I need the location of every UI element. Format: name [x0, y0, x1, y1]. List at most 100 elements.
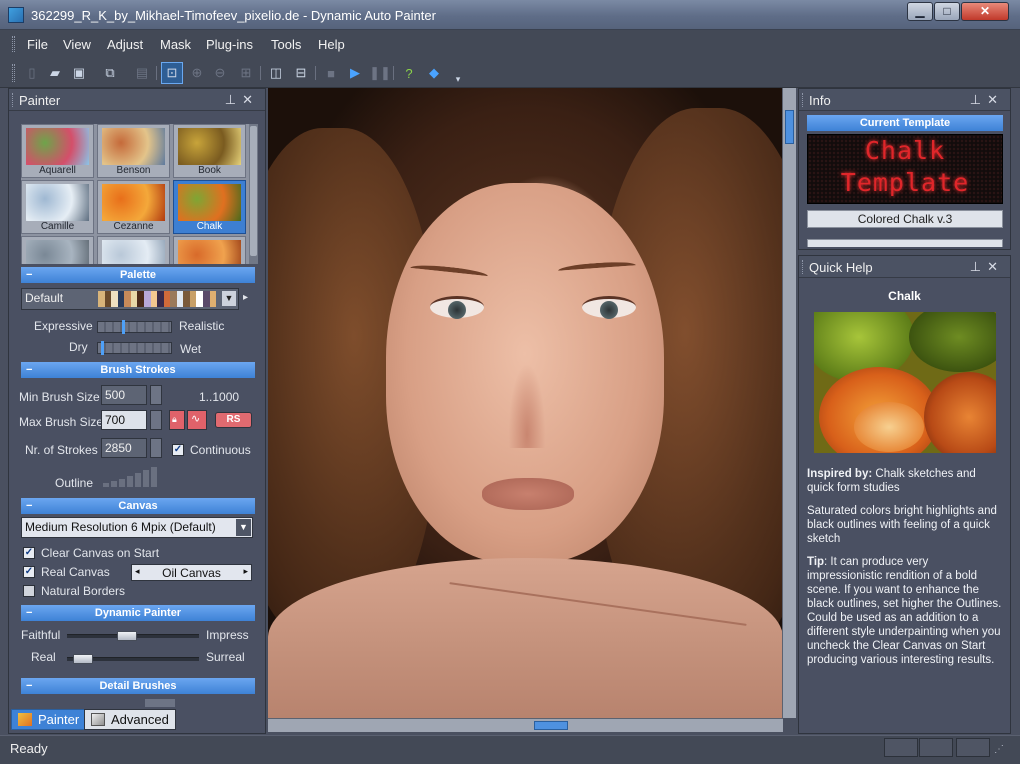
section-canvas[interactable]: − Canvas [21, 498, 255, 514]
continuous-checkbox[interactable]: ✓ [172, 444, 184, 456]
menu-file[interactable]: File [27, 37, 48, 52]
maximize-button[interactable]: □ [934, 2, 960, 21]
play-icon[interactable]: ▶ [345, 63, 365, 83]
template-thumbnail[interactable]: Cezanne [97, 180, 170, 234]
natural-borders-checkbox[interactable]: ✓ [23, 585, 35, 597]
max-brush-field[interactable]: 700 [101, 410, 147, 430]
panel-tabs: Painter Advanced [11, 709, 263, 731]
max-brush-stepper[interactable] [150, 410, 162, 430]
template-thumbnail[interactable]: Camille [21, 180, 94, 234]
zoom-in-icon[interactable]: ⊕ [187, 63, 207, 83]
template-label: Cezanne [113, 221, 154, 232]
dry-wet-slider[interactable] [97, 341, 172, 355]
outline-level-slider[interactable] [103, 465, 165, 487]
close-button[interactable]: ✕ [961, 2, 1009, 21]
menu-tools[interactable]: Tools [271, 37, 301, 52]
template-thumbnail[interactable]: Aquarell [21, 124, 94, 178]
panel-pin-close[interactable]: ⊥✕ [970, 92, 1004, 108]
clear-canvas-checkbox[interactable]: ✓ [23, 547, 35, 559]
faithful-impress-slider[interactable] [67, 631, 199, 641]
collapse-icon[interactable]: − [26, 362, 32, 378]
template-label: Camille [40, 221, 75, 232]
new-icon[interactable]: ▯ [22, 63, 42, 83]
template-thumbnail[interactable]: Benson [97, 124, 170, 178]
gallery-scrollbar[interactable] [249, 124, 258, 264]
description-text: Saturated colors bright highlights and b… [807, 505, 997, 545]
zoom-out-icon[interactable]: ⊖ [210, 63, 230, 83]
palette-swatches [98, 291, 217, 307]
collapse-icon[interactable]: − [26, 267, 32, 283]
palette-select[interactable]: Default ▼ [21, 288, 239, 310]
template-thumbnail[interactable] [97, 236, 170, 264]
zoom-actual-icon[interactable]: ⊞ [236, 63, 256, 83]
min-brush-field[interactable]: 500 [101, 385, 147, 405]
real-surreal-slider[interactable] [67, 654, 199, 664]
menu-mask[interactable]: Mask [160, 37, 191, 52]
panel-pin-close[interactable]: ⊥✕ [970, 259, 1004, 275]
prev-arrow-icon[interactable]: ◂ [135, 566, 140, 577]
canvas-resolution-select[interactable]: Medium Resolution 6 Mpix (Default) ▼ [21, 517, 253, 538]
canvas-vscroll-knob[interactable] [785, 110, 794, 144]
menu-plugins[interactable]: Plug-ins [206, 37, 253, 52]
template-thumbnail[interactable] [21, 236, 94, 264]
canvas-hscroll-knob[interactable] [534, 721, 568, 730]
real-canvas-checkbox[interactable]: ✓ [23, 566, 35, 578]
nr-strokes-label: Nr. of Strokes [25, 443, 98, 457]
curve-icon[interactable]: ∿ [187, 410, 207, 430]
print-icon[interactable]: ▤ [132, 63, 152, 83]
real-slider-thumb[interactable] [73, 654, 93, 664]
lock-icon[interactable]: 🔒︎ [169, 410, 185, 430]
faithful-slider-thumb[interactable] [117, 631, 137, 641]
real-canvas-label: Real Canvas [41, 565, 110, 579]
menu-help[interactable]: Help [318, 37, 345, 52]
tab-advanced[interactable]: Advanced [84, 709, 176, 730]
canvas-vertical-scrollbar[interactable] [782, 88, 796, 718]
toolbar-overflow-icon[interactable]: ▾ [448, 69, 468, 89]
template-thumbnail[interactable]: Chalk [173, 180, 246, 234]
panel-scrollbar[interactable] [145, 699, 175, 707]
tab-painter[interactable]: Painter [11, 709, 87, 730]
palette-next-icon[interactable]: ▸ [243, 292, 248, 303]
min-brush-stepper[interactable] [150, 385, 162, 405]
menu-adjust[interactable]: Adjust [107, 37, 143, 52]
minimize-button[interactable]: ▁ [907, 2, 933, 21]
nr-strokes-stepper[interactable] [150, 438, 162, 458]
collapse-icon[interactable]: − [26, 678, 32, 694]
chevron-down-icon[interactable]: ▼ [222, 291, 236, 306]
template-thumbnail[interactable]: Book [173, 124, 246, 178]
template-thumbnail[interactable] [173, 236, 246, 264]
faithful-label: Faithful [21, 628, 61, 642]
pause-icon[interactable]: ❚❚ [369, 63, 391, 83]
section-brush-strokes[interactable]: − Brush Strokes [21, 362, 255, 378]
nr-strokes-field[interactable]: 2850 [101, 438, 147, 458]
collapse-icon[interactable]: − [26, 498, 32, 514]
canvas-horizontal-scrollbar[interactable] [268, 718, 783, 732]
canvas-type-picker[interactable]: ◂ Oil Canvas ▸ [131, 564, 252, 581]
help-icon[interactable]: ? [399, 63, 419, 83]
toolbar: ▯ ▰ ▣ ⧉ ▤ ⊡ ⊕ ⊖ ⊞ ◫ ⊟ ■ ▶ ❚❚ ? ◆ ▾ [0, 57, 1020, 88]
open-icon[interactable]: ▰ [45, 63, 65, 83]
collapse-icon[interactable]: − [26, 605, 32, 621]
stop-icon[interactable]: ■ [321, 63, 341, 83]
expressive-slider-thumb[interactable] [122, 320, 125, 334]
painter-panel-header: Painter ⊥✕ [9, 89, 265, 111]
split-view-icon[interactable]: ⊟ [291, 63, 311, 83]
painting-canvas[interactable] [268, 88, 783, 718]
section-dynamic-painter[interactable]: − Dynamic Painter [21, 605, 255, 621]
menu-view[interactable]: View [63, 37, 91, 52]
zoom-fit-icon[interactable]: ⊡ [161, 62, 183, 84]
panel-pin-close[interactable]: ⊥✕ [225, 92, 259, 108]
rs-button[interactable]: RS [215, 412, 252, 428]
save-icon[interactable]: ▣ [69, 63, 89, 83]
web-icon[interactable]: ◆ [424, 63, 444, 83]
expressive-realistic-slider[interactable] [97, 320, 172, 334]
dry-slider-thumb[interactable] [101, 341, 104, 355]
gallery-scroll-knob[interactable] [250, 126, 257, 256]
section-detail-brushes[interactable]: − Detail Brushes [21, 678, 255, 694]
next-arrow-icon[interactable]: ▸ [243, 566, 248, 577]
section-palette[interactable]: − Palette [21, 267, 255, 283]
resize-grip-icon[interactable]: ⋰ [994, 744, 1004, 755]
save-all-icon[interactable]: ⧉ [100, 63, 120, 83]
compare-icon[interactable]: ◫ [266, 63, 286, 83]
chevron-down-icon[interactable]: ▼ [236, 519, 251, 536]
